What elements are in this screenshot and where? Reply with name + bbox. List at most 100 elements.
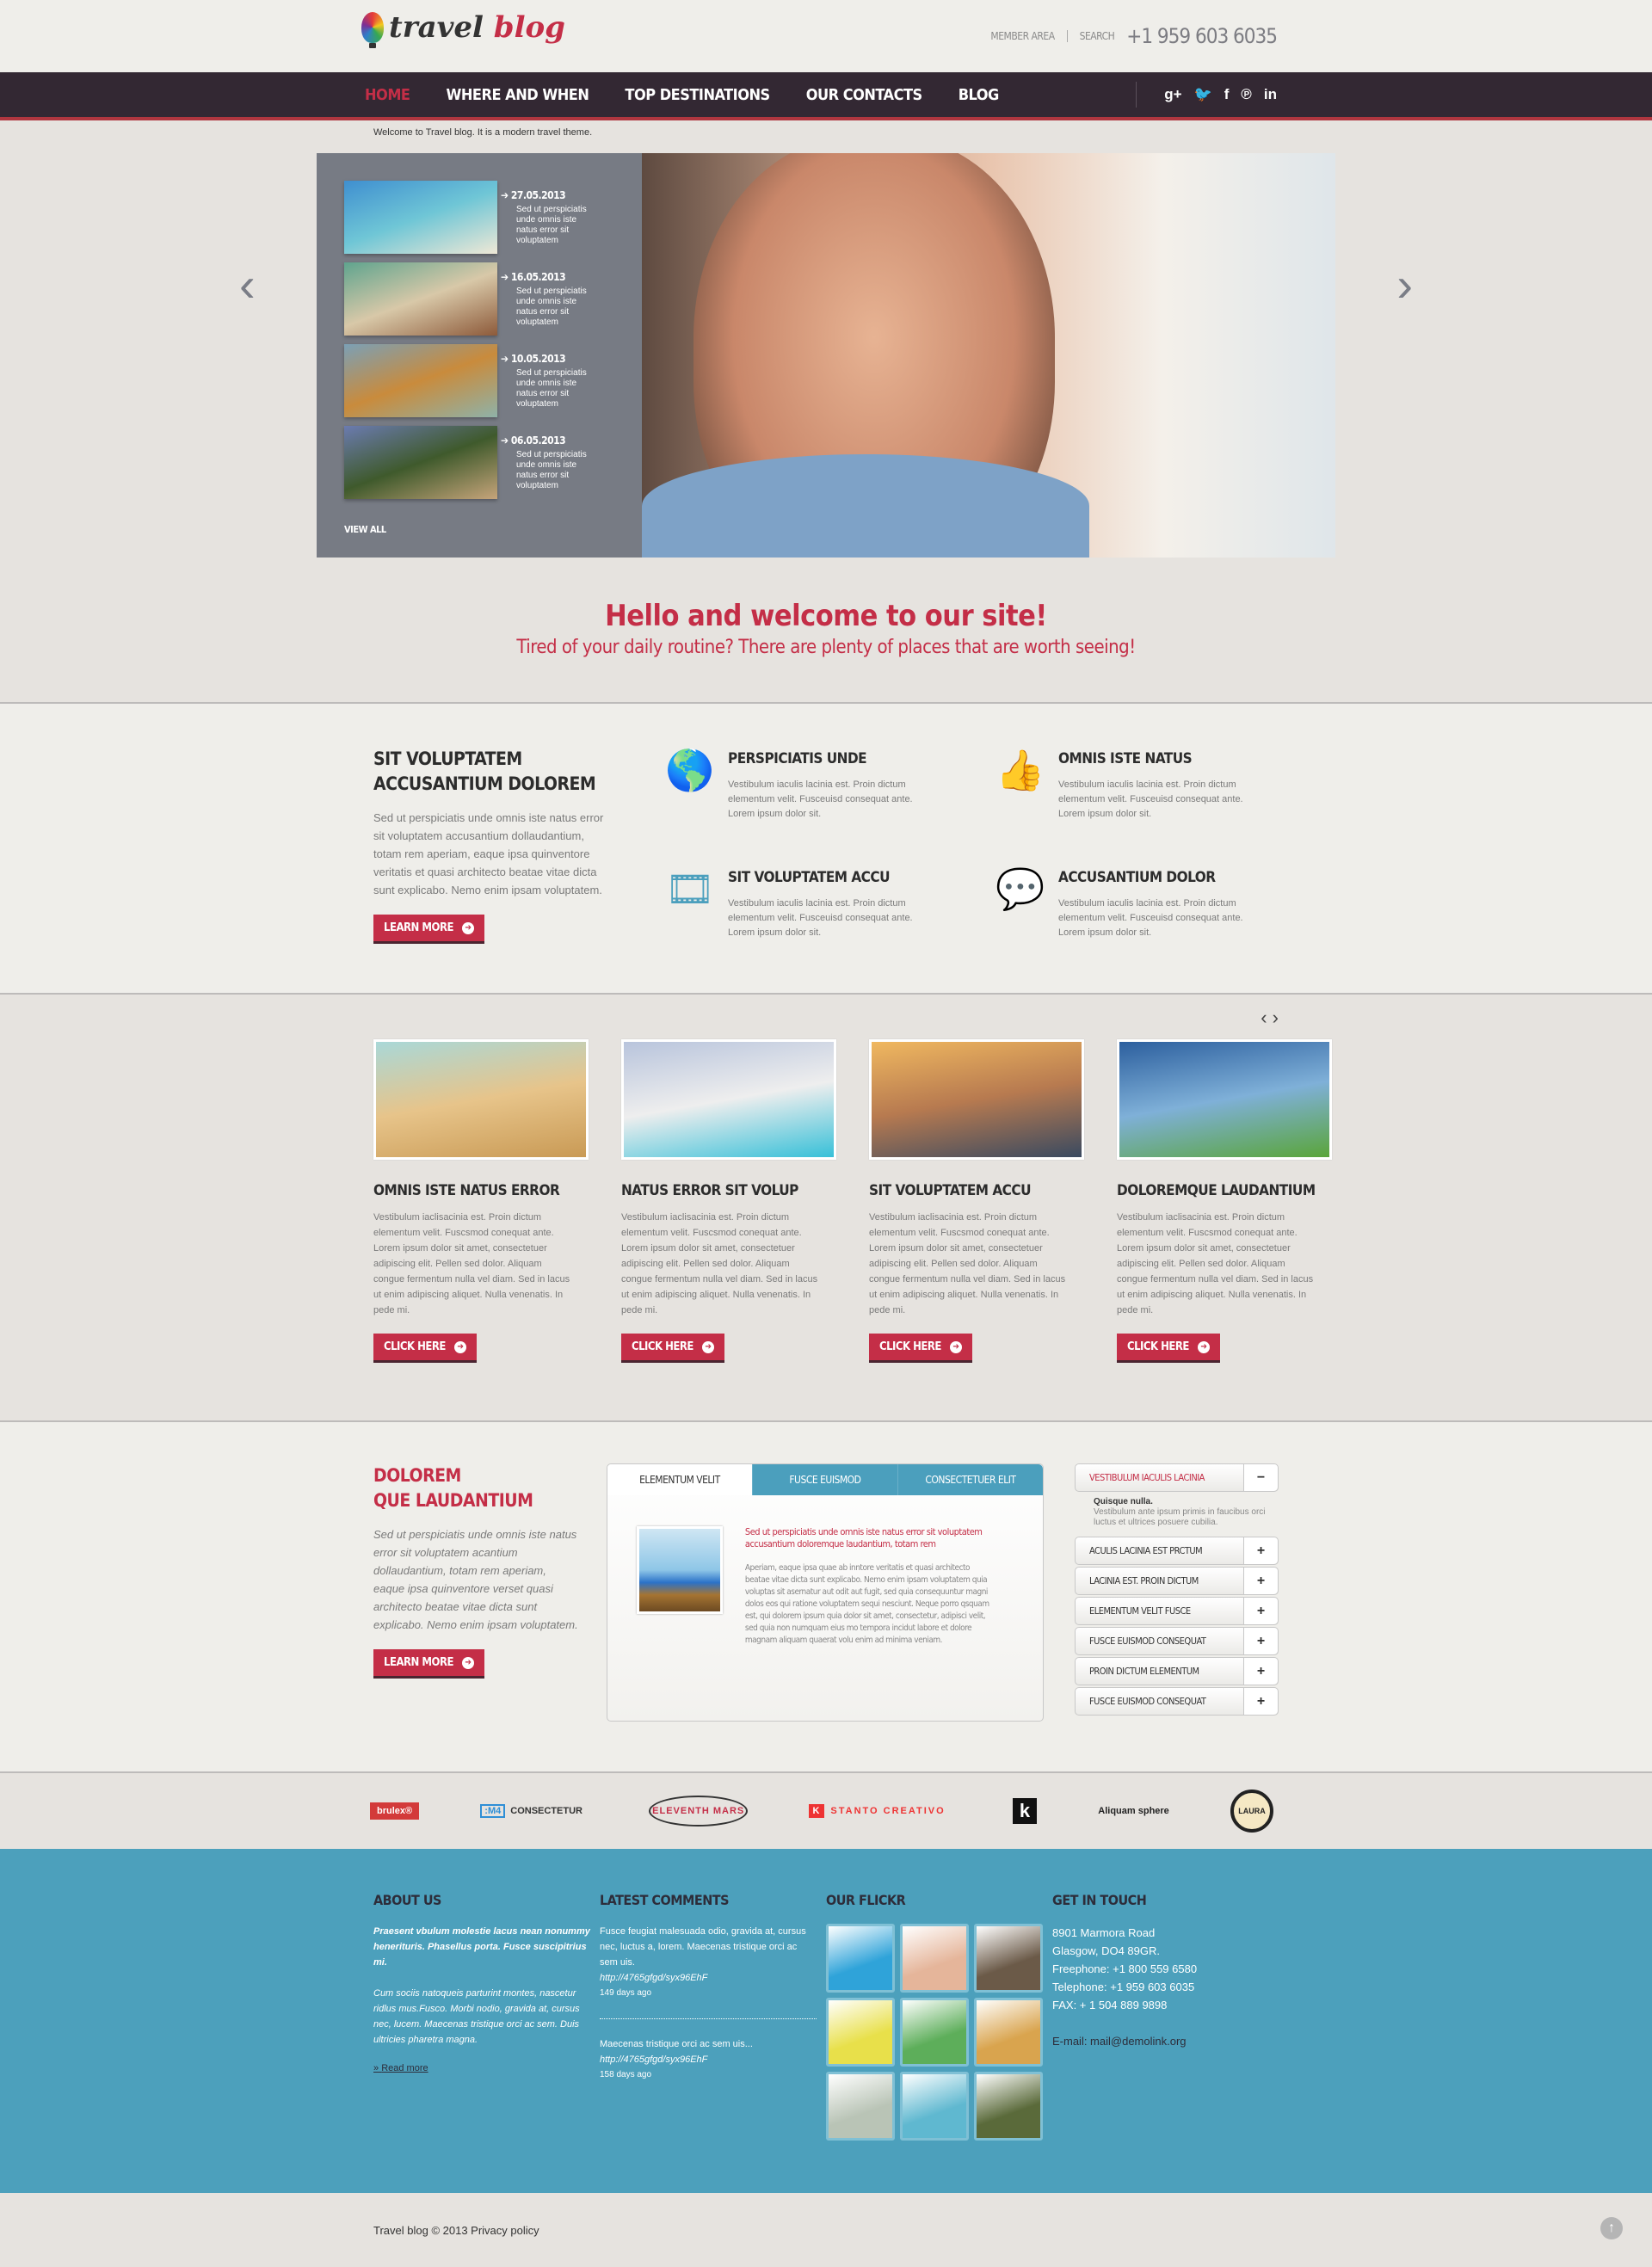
accordion-item[interactable]: FUSCE EUISMOD CONSEQUAT + (1074, 1627, 1279, 1655)
brand-stanto-creativo[interactable]: K STANTO CREATIVO (809, 1804, 951, 1818)
card-image[interactable] (869, 1039, 1084, 1160)
flickr-photo[interactable] (974, 1998, 1043, 2067)
chevron-right-icon[interactable]: › (1273, 1007, 1279, 1028)
logo-word-travel: travel (389, 10, 484, 45)
pinterest-icon[interactable]: ℗ (1241, 86, 1252, 103)
slide-meta: 16.05.2013 Sed ut perspiciatis unde omnis… (511, 262, 594, 336)
google-plus-icon[interactable]: g+ (1164, 86, 1181, 103)
tab-consectetuer-elit[interactable]: CONSECTETUER ELIT (897, 1464, 1043, 1495)
slide-thumbnail[interactable] (344, 181, 497, 254)
brand-kreo[interactable]: k (1012, 1798, 1038, 1824)
click-here-button[interactable]: CLICK HERE ➔ (621, 1334, 724, 1363)
linkedin-icon[interactable]: in (1264, 86, 1277, 103)
plus-icon[interactable]: + (1243, 1688, 1278, 1715)
nav-item-blog[interactable]: BLOG (959, 86, 1000, 104)
comment-link[interactable]: http://4765gfgd/syx96EhF (600, 1970, 817, 1986)
slide-text: Sed ut perspiciatis unde omnis iste natu… (516, 205, 587, 245)
tab-fusce-euismod[interactable]: FUSCE EUISMOD (751, 1464, 897, 1495)
nav-item-our-contacts[interactable]: OUR CONTACTS (806, 86, 923, 104)
slider-sidebar: 27.05.2013 Sed ut perspiciatis unde omnis… (317, 153, 642, 558)
twitter-icon[interactable]: 🐦 (1194, 86, 1212, 103)
copyright: Travel blog © 2013 Privacy policy (373, 2224, 539, 2237)
slide-thumbnail[interactable] (344, 344, 497, 417)
slide-meta: 27.05.2013 Sed ut perspiciatis unde omnis… (511, 181, 594, 254)
accordion-item[interactable]: ELEMENTUM VELIT FUSCE + (1074, 1597, 1279, 1625)
tab-elementum-velit[interactable]: ELEMENTUM VELIT (607, 1464, 752, 1495)
flickr-photo[interactable] (826, 1998, 895, 2067)
slide-thumbnail[interactable] (344, 426, 497, 499)
accordion-item[interactable]: ACULIS LACINIA EST PRCTUM + (1074, 1537, 1279, 1565)
brand-eleventh-mars[interactable]: ELEVENTH MARS (649, 1796, 749, 1827)
slide-date: 06.05.2013 (511, 434, 594, 447)
feature-item: 💬 ACCUSANTIUM DOLOR Vestibulum iaculis lac… (995, 866, 1279, 945)
slider-item[interactable]: 06.05.2013 Sed ut perspiciatis unde omnis… (344, 426, 642, 499)
plus-icon[interactable]: + (1243, 1658, 1278, 1685)
minus-icon[interactable]: − (1243, 1464, 1278, 1491)
social-links: g+ 🐦 f ℗ in (1136, 72, 1277, 117)
accordion-item[interactable]: LACINIA EST. PROIN DICTUM + (1074, 1567, 1279, 1595)
learn-more-button[interactable]: LEARN MORE ➔ (373, 915, 484, 944)
flickr-photo[interactable] (900, 1998, 969, 2067)
click-here-button[interactable]: CLICK HERE ➔ (373, 1334, 477, 1363)
slider-prev-arrow[interactable]: ‹ (239, 256, 256, 312)
view-all-link[interactable]: VIEW ALL (344, 524, 386, 535)
plus-icon[interactable]: + (1243, 1568, 1278, 1594)
logo[interactable]: travel blog (361, 10, 565, 48)
thumbs-up-icon: 👍 (996, 748, 1045, 792)
bottom-bar: Travel blog © 2013 Privacy policy ↑ (0, 2193, 1652, 2264)
tabs-section: DOLOREM QUE LAUDANTIUM Sed ut perspiciati… (0, 1420, 1652, 1773)
card-image[interactable] (621, 1039, 836, 1160)
divider (1066, 30, 1068, 42)
accordion-item-open[interactable]: VESTIBULUM IACULIS LACINIA − (1074, 1463, 1279, 1492)
footer-contact: GET IN TOUCH 8901 Marmora Road Glasgow, … (1052, 1892, 1279, 2141)
slider-item[interactable]: 27.05.2013 Sed ut perspiciatis unde omnis… (344, 181, 642, 254)
flickr-photo[interactable] (974, 1924, 1043, 1993)
brand-aliquam-sphere[interactable]: Aliquam sphere (1098, 1806, 1169, 1816)
slide-text: Sed ut perspiciatis unde omnis iste natu… (516, 286, 587, 327)
member-area-link[interactable]: MEMBER AREA (990, 30, 1055, 42)
slide-meta: 10.05.2013 Sed ut perspiciatis unde omnis… (511, 344, 594, 417)
flickr-photo[interactable] (900, 2072, 969, 2141)
search-link[interactable]: SEARCH (1080, 30, 1115, 42)
tabs-lead-text: Sed ut perspiciatis unde omnis iste natu… (373, 1528, 578, 1631)
accordion-item[interactable]: FUSCE EUISMOD CONSEQUAT + (1074, 1687, 1279, 1716)
flickr-photo[interactable] (826, 1924, 895, 1993)
globe-icon: 🌎 (665, 748, 715, 792)
brand-brulex[interactable]: brulex® (370, 1802, 420, 1820)
slider-item[interactable]: 16.05.2013 Sed ut perspiciatis unde omnis… (344, 262, 642, 336)
brand-m4[interactable]: :M4 CONSECTETUR (480, 1804, 588, 1818)
flickr-photo[interactable] (900, 1924, 969, 1993)
main-nav: HOME WHERE AND WHEN TOP DESTINATIONS OUR CO… (0, 72, 1652, 120)
slide-meta: 06.05.2013 Sed ut perspiciatis unde omnis… (511, 426, 594, 499)
read-more-link[interactable]: » Read more (373, 2063, 428, 2073)
click-here-button[interactable]: CLICK HERE ➔ (869, 1334, 972, 1363)
nav-item-home[interactable]: HOME (365, 86, 410, 104)
click-here-button[interactable]: CLICK HERE ➔ (1117, 1334, 1220, 1363)
nav-item-where-and-when[interactable]: WHERE AND WHEN (447, 86, 589, 104)
card-image[interactable] (373, 1039, 589, 1160)
email-link[interactable]: E-mail: mail@demolink.org (1052, 2032, 1279, 2050)
flickr-photo[interactable] (974, 2072, 1043, 2141)
hero-shirt (642, 454, 1089, 558)
back-to-top-icon[interactable]: ↑ (1600, 2217, 1623, 2239)
slide-thumbnail[interactable] (344, 262, 497, 336)
feature-text: Vestibulum iaculis lacinia est. Proin di… (1058, 897, 1243, 938)
intro-subtitle: Tired of your daily routine? There are p… (516, 637, 1136, 658)
slider-next-arrow[interactable]: › (1396, 256, 1413, 312)
plus-icon[interactable]: + (1243, 1537, 1278, 1564)
arrow-circle-icon: ➔ (461, 1656, 474, 1669)
hero-slider: ‹ 27.05.2013 Sed ut perspiciatis unde omn… (239, 153, 1413, 558)
learn-more-button-2[interactable]: LEARN MORE ➔ (373, 1649, 484, 1679)
plus-icon[interactable]: + (1243, 1628, 1278, 1654)
tabs-lead-title: DOLOREM QUE LAUDANTIUM (373, 1465, 533, 1511)
facebook-icon[interactable]: f (1224, 86, 1230, 103)
slider-item[interactable]: 10.05.2013 Sed ut perspiciatis unde omnis… (344, 344, 642, 417)
plus-icon[interactable]: + (1243, 1598, 1278, 1624)
brand-clean-laura[interactable]: LAURA (1230, 1790, 1273, 1833)
card-image[interactable] (1117, 1039, 1332, 1160)
comment-link[interactable]: http://4765gfgd/syx96EhF (600, 2052, 817, 2067)
flickr-photo[interactable] (826, 2072, 895, 2141)
nav-item-top-destinations[interactable]: TOP DESTINATIONS (625, 86, 770, 104)
chevron-left-icon[interactable]: ‹ (1261, 1007, 1267, 1028)
accordion-item[interactable]: PROIN DICTUM ELEMENTUM + (1074, 1657, 1279, 1685)
